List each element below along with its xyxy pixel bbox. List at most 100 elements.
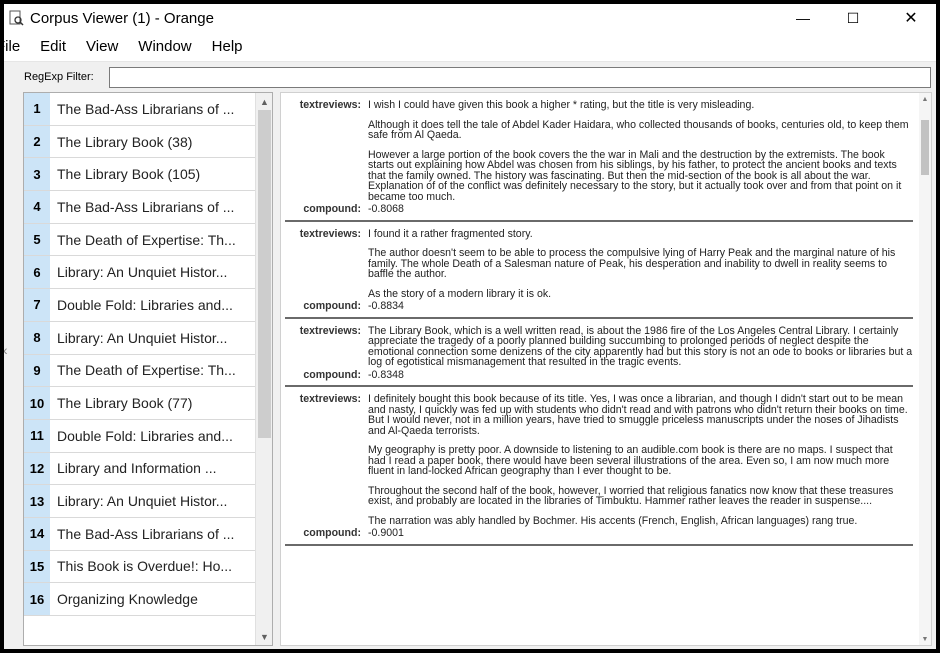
list-item[interactable]: 10 The Library Book (77)	[24, 387, 256, 420]
field-label: compound:	[303, 368, 361, 381]
list-scrollbar[interactable]: ▲ ▼	[255, 93, 272, 645]
row-number: 10	[24, 387, 50, 419]
document-search-icon	[8, 10, 24, 26]
list-item[interactable]: 3 The Library Book (105)	[24, 158, 256, 192]
title-bar: Corpus Viewer (1) - Orange — ☐ ✕	[4, 4, 936, 32]
row-title: The Library Book (38)	[57, 133, 193, 150]
menu-file[interactable]: File	[4, 38, 30, 55]
list-item[interactable]: 15 This Book is Overdue!: Ho...	[24, 550, 256, 584]
document-scrollbar[interactable]: ▲ ▼	[919, 93, 931, 645]
field-label: textreviews:	[299, 393, 361, 405]
filter-bar: RegExp Filter:	[4, 62, 936, 92]
row-number: 14	[24, 517, 50, 550]
textreviews-field: textreviews: I wish I could have given th…	[285, 100, 913, 202]
list-item[interactable]: 12 Library and Information ...	[24, 452, 256, 486]
list-item[interactable]: 14 The Bad-Ass Librarians of ...	[24, 517, 256, 551]
review-paragraph: Although it does tell the tale of Abdel …	[368, 118, 909, 141]
list-item[interactable]: 5 The Death of Expertise: Th...	[24, 223, 256, 257]
list-item[interactable]: 1 The Bad-Ass Librarians of ...	[24, 93, 256, 126]
row-title: The Bad-Ass Librarians of ...	[57, 525, 235, 542]
field-label: textreviews:	[299, 99, 361, 111]
close-button[interactable]: ✕	[888, 4, 934, 32]
row-title: This Book is Overdue!: Ho...	[57, 558, 233, 575]
list-item[interactable]: 6 Library: An Unquiet Histor...	[24, 256, 256, 290]
review-paragraph: I wish I could have given this book a hi…	[368, 99, 755, 111]
document-entry: textreviews: I found it a rather fragment…	[285, 222, 913, 319]
row-number: 13	[24, 485, 50, 517]
row-title: Library: An Unquiet Histor...	[57, 493, 228, 510]
list-item[interactable]: 9 The Death of Expertise: Th...	[24, 354, 256, 388]
row-number: 2	[24, 125, 50, 158]
compound-score: -0.9001	[368, 527, 404, 539]
review-paragraph: Throughout the second half of the book, …	[368, 484, 894, 507]
menu-help[interactable]: Help	[202, 38, 253, 55]
field-label: compound:	[303, 203, 361, 215]
document-list: 1 The Bad-Ass Librarians of ... 2 The Libra…	[23, 92, 273, 646]
review-text: I definitely bought this book because of…	[368, 394, 913, 526]
review-text: I found it a rather fragmented story. The…	[368, 227, 913, 300]
compound-field: compound: -0.8348	[285, 368, 913, 381]
row-title: The Death of Expertise: Th...	[57, 231, 236, 248]
doc-scroll-down-icon[interactable]: ▼	[919, 633, 931, 645]
review-paragraph: My geography is pretty poor. A downside …	[368, 444, 893, 477]
menu-edit[interactable]: Edit	[30, 38, 76, 55]
document-entry: textreviews: I definitely bought this boo…	[285, 387, 913, 546]
collapse-panel-icon[interactable]: ‹	[4, 342, 8, 358]
maximize-button[interactable]: ☐	[830, 4, 876, 32]
list-item[interactable]: 13 Library: An Unquiet Histor...	[24, 485, 256, 518]
minimize-button[interactable]: —	[780, 4, 826, 32]
field-label: compound:	[303, 527, 361, 539]
field-label: textreviews:	[299, 227, 361, 240]
row-number: 8	[24, 321, 50, 354]
app-window: Corpus Viewer (1) - Orange — ☐ ✕ File Ed…	[4, 4, 936, 649]
list-item[interactable]: 2 The Library Book (38)	[24, 125, 256, 159]
doc-scroll-thumb[interactable]	[921, 120, 929, 175]
list-item[interactable]: 16 Organizing Knowledge	[24, 583, 256, 616]
review-paragraph: I found it a rather fragmented story.	[368, 227, 533, 240]
row-title: The Library Book (77)	[57, 395, 193, 412]
row-number: 15	[24, 550, 50, 583]
textreviews-field: textreviews: The Library Book, which is a…	[285, 325, 913, 368]
window-title: Corpus Viewer (1) - Orange	[30, 9, 214, 27]
filter-label: RegExp Filter:	[24, 71, 94, 83]
list-item[interactable]: 7 Double Fold: Libraries and...	[24, 289, 256, 322]
list-item[interactable]: 11 Double Fold: Libraries and...	[24, 419, 256, 453]
row-title: The Death of Expertise: Th...	[57, 362, 236, 379]
compound-field: compound: -0.9001	[285, 528, 913, 539]
list-item[interactable]: 8 Library: An Unquiet Histor...	[24, 321, 256, 355]
regexp-filter-input[interactable]	[109, 67, 931, 88]
menu-window[interactable]: Window	[128, 38, 201, 55]
compound-field: compound: -0.8834	[285, 301, 913, 312]
scroll-up-icon[interactable]: ▲	[256, 93, 272, 110]
compound-field: compound: -0.8068	[285, 204, 913, 215]
row-number: 1	[24, 93, 50, 125]
doc-scroll-up-icon[interactable]: ▲	[919, 93, 931, 105]
row-number: 3	[24, 158, 50, 191]
list-scroll-thumb[interactable]	[258, 110, 271, 438]
row-title: Organizing Knowledge	[57, 591, 198, 608]
row-number: 7	[24, 289, 50, 321]
row-title: The Bad-Ass Librarians of ...	[57, 198, 235, 215]
menu-view[interactable]: View	[76, 38, 128, 55]
list-item[interactable]: 4 The Bad-Ass Librarians of ...	[24, 191, 256, 224]
row-number: 11	[24, 419, 50, 452]
field-label: compound:	[303, 300, 361, 312]
row-number: 16	[24, 583, 50, 615]
row-number: 9	[24, 354, 50, 387]
menu-bar: File Edit View Window Help	[4, 32, 936, 62]
textreviews-field: textreviews: I definitely bought this boo…	[285, 394, 913, 526]
row-title: Library: An Unquiet Histor...	[57, 264, 228, 281]
row-title: The Bad-Ass Librarians of ...	[57, 100, 235, 117]
review-text: I wish I could have given this book a hi…	[368, 100, 913, 202]
review-paragraph: I definitely bought this book because of…	[368, 393, 908, 437]
review-paragraph: The narration was ably handled by Bochme…	[368, 514, 858, 527]
row-title: Library: An Unquiet Histor...	[57, 329, 228, 346]
review-paragraph: The author doesn't seem to be able to pr…	[368, 247, 896, 280]
row-number: 4	[24, 191, 50, 223]
row-title: Library and Information ...	[57, 460, 217, 477]
scroll-down-icon[interactable]: ▼	[256, 628, 272, 645]
row-number: 5	[24, 223, 50, 256]
review-paragraph: However a large portion of the book cove…	[368, 148, 902, 203]
document-entry: textreviews: The Library Book, which is a…	[285, 319, 913, 387]
row-title: Double Fold: Libraries and...	[57, 427, 233, 444]
